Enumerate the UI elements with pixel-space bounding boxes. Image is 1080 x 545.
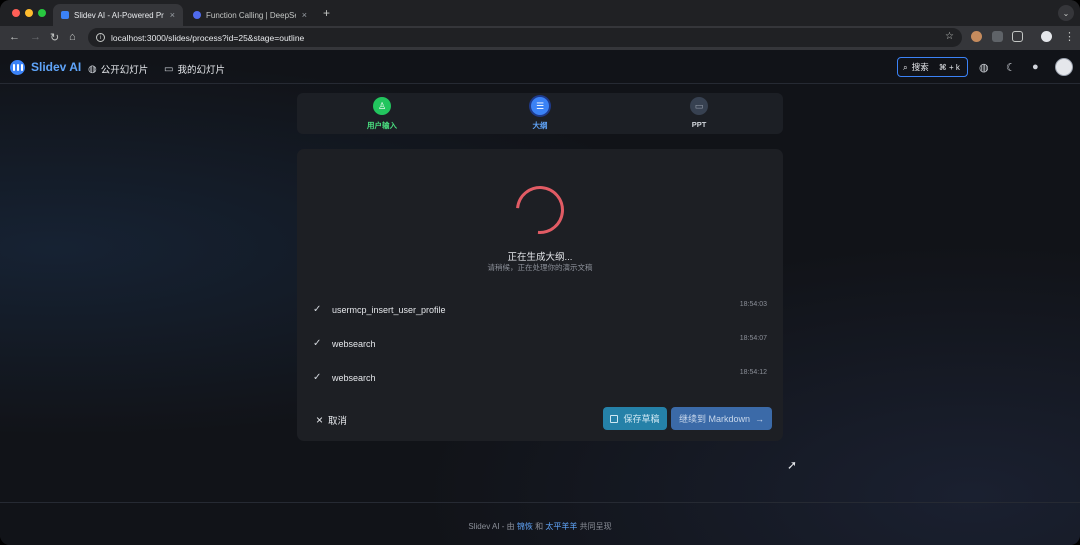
deepseek-favicon-icon [193,11,201,19]
language-globe-icon[interactable]: ◍ [979,61,989,74]
progress-steps: ♙ 用户输入 ☰ 大纲 ▭ PPT [297,93,783,134]
author-link[interactable]: 太平羊羊 [545,522,577,531]
browser-toolbar: ← → ↻ ⌂ i localhost:3000/slides/process?… [0,26,1080,50]
forward-arrow-icon[interactable]: → [30,31,41,43]
footer-prefix: Slidev AI - 由 [468,522,515,531]
step-user-input[interactable]: ♙ 用户输入 [352,97,412,131]
footer-suffix: 共同呈现 [579,522,612,531]
dark-mode-moon-icon[interactable]: ☾ [1006,61,1016,74]
profile-avatar-icon[interactable] [1041,31,1052,42]
save-draft-label: 保存草稿 [623,414,660,424]
tool-name: usermcp_insert_user_profile [332,305,446,315]
tool-call-log-item: ✓ websearch 18:54:12 [313,369,767,389]
tab-title: Slidev AI - AI-Powered Prese [74,10,164,20]
tool-name: websearch [332,339,376,349]
loading-spinner-icon [506,176,574,244]
close-window-button[interactable] [12,9,20,17]
folder-icon: ▭ [164,63,174,75]
check-icon: ✓ [313,372,322,383]
app-viewport: Slidev AI ◍ 公开幻灯片 ▭ 我的幻灯片 ⌕ 搜索 ⌘ + k ◍ ☾… [0,50,1080,545]
tool-timestamp: 18:54:03 [739,301,767,308]
minimize-window-button[interactable] [25,9,33,17]
search-button[interactable]: ⌕ 搜索 ⌘ + k [897,57,968,77]
reload-icon[interactable]: ↻ [50,31,59,44]
generation-panel: 正在生成大纲... 请稍候，正在处理你的演示文稿 ✓ usermcp_inser… [297,149,783,441]
browser-window: Slidev AI - AI-Powered Prese × Function … [0,0,1080,545]
generation-title: 正在生成大纲... [507,252,573,263]
list-icon: ☰ [531,97,549,115]
nav-public-slides[interactable]: ◍ 公开幻灯片 [88,62,149,77]
user-icon: ♙ [373,97,391,115]
bookmark-star-icon[interactable]: ☆ [945,31,954,42]
step-ppt[interactable]: ▭ PPT [669,97,729,129]
continue-markdown-button[interactable]: 继续到 Markdown → [671,407,772,430]
step-label: 用户输入 [367,121,397,130]
check-icon: ✓ [313,338,322,349]
continue-label: 继续到 Markdown [678,414,751,424]
tool-timestamp: 18:54:12 [739,369,767,376]
slidev-favicon-icon [61,11,69,19]
generation-subtitle: 请稍候，正在处理你的演示文稿 [487,263,593,272]
cancel-label: 取消 [328,416,348,427]
nav-my-slides-label: 我的幻灯片 [177,65,225,76]
save-icon [610,414,619,423]
browser-tab-slidev[interactable]: Slidev AI - AI-Powered Prese × [53,4,183,26]
tool-call-log-item: ✓ websearch 18:54:07 [313,335,767,355]
tool-timestamp: 18:54:07 [739,335,767,342]
maximize-window-button[interactable] [38,9,46,17]
new-tab-button[interactable]: + [323,6,330,20]
nav-public-slides-label: 公开幻灯片 [100,65,149,76]
monitor-icon: ▭ [690,97,708,115]
step-outline[interactable]: ☰ 大纲 [510,97,570,131]
user-avatar[interactable] [1055,58,1073,76]
app-footer: Slidev AI - 由 锦恢 和 太平羊羊 共同呈现 [0,502,1080,545]
check-icon: ✓ [313,304,322,315]
back-arrow-icon[interactable]: ← [9,31,20,43]
save-draft-button[interactable]: 保存草稿 [603,407,667,430]
step-label: PPT [691,120,707,129]
github-icon[interactable]: ● [1032,61,1039,73]
search-shortcut: ⌘ + k [938,62,960,72]
cancel-button[interactable]: × 取消 [316,413,347,427]
browser-tab-deepseek[interactable]: Function Calling | DeepSeek A × [185,4,315,26]
tab-close-icon[interactable]: × [170,10,175,20]
address-bar[interactable]: i localhost:3000/slides/process?id=25&st… [88,28,962,47]
slidev-logo-icon[interactable] [10,60,25,75]
browser-menu-icon[interactable]: ⋮ [1064,30,1075,43]
extension-icon[interactable] [992,31,1003,42]
extension-icon[interactable] [971,31,982,42]
url-text: localhost:3000/slides/process?id=25&stag… [111,32,305,43]
footer-mid: 和 [535,522,544,531]
tab-close-icon[interactable]: × [302,10,307,20]
step-label: 大纲 [532,121,548,130]
brand-name[interactable]: Slidev AI [31,60,81,74]
app-header: Slidev AI ◍ 公开幻灯片 ▭ 我的幻灯片 ⌕ 搜索 ⌘ + k ◍ ☾… [0,50,1080,84]
tab-bar: Slidev AI - AI-Powered Prese × Function … [0,0,1080,26]
author-link[interactable]: 锦恢 [517,522,533,531]
tab-title: Function Calling | DeepSeek A [206,10,296,20]
search-label: 搜索 [911,62,929,72]
site-info-icon[interactable]: i [96,33,105,42]
close-icon: × [316,413,324,427]
arrow-right-icon: → [755,413,765,424]
tab-search-chevron-icon[interactable]: ⌄ [1058,5,1074,21]
search-icon: ⌕ [903,61,908,72]
tool-call-log-item: ✓ usermcp_insert_user_profile 18:54:03 [313,301,767,321]
mouse-cursor-icon: ➚ [787,458,798,472]
globe-icon: ◍ [88,63,97,75]
home-icon[interactable]: ⌂ [69,31,76,43]
extensions-puzzle-icon[interactable] [1012,31,1023,42]
nav-my-slides[interactable]: ▭ 我的幻灯片 [164,62,225,77]
tool-name: websearch [332,373,376,383]
